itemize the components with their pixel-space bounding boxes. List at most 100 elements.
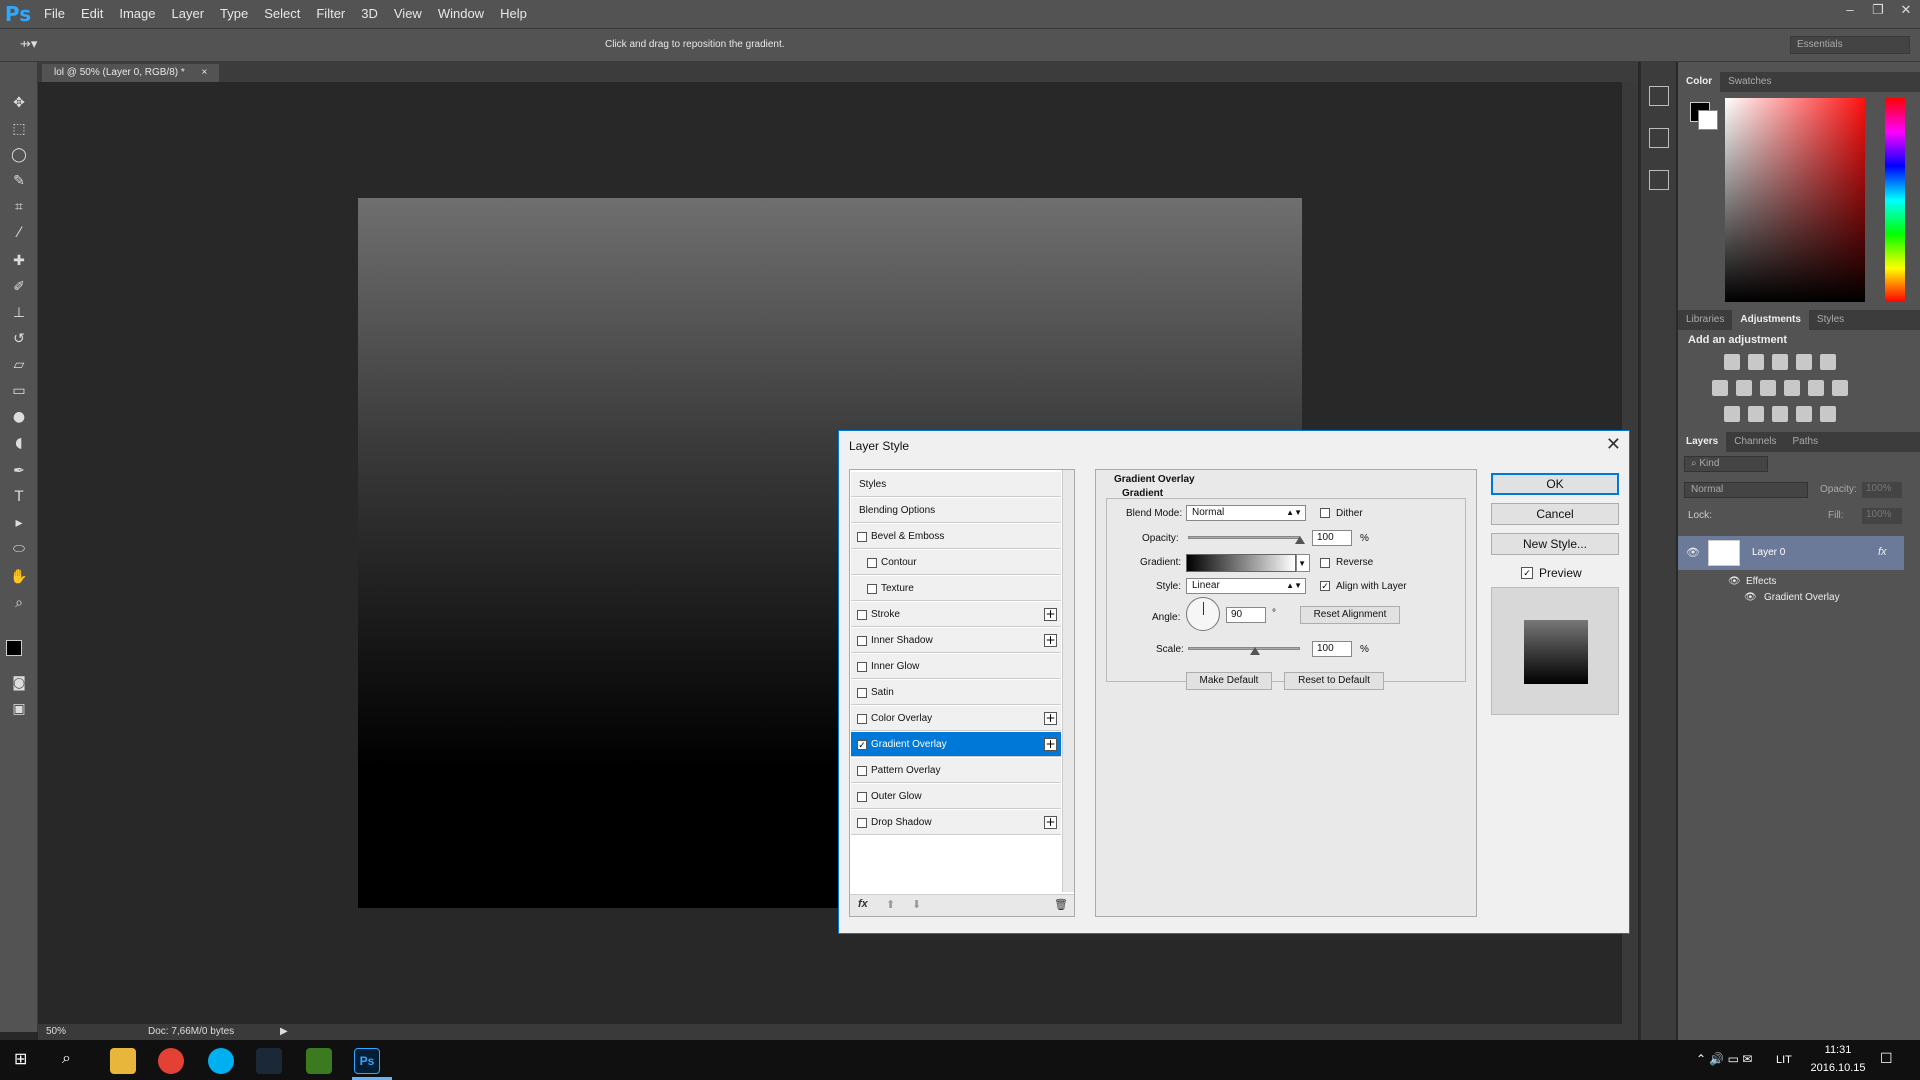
- move-up-icon[interactable]: ⬆: [886, 898, 895, 911]
- move-down-icon[interactable]: ⬇: [912, 898, 921, 911]
- tab-layers[interactable]: Layers: [1678, 432, 1727, 452]
- style-checkbox[interactable]: [857, 636, 867, 646]
- healing-brush-tool-icon[interactable]: ✚: [8, 250, 30, 272]
- quick-select-tool-icon[interactable]: ✎: [8, 170, 30, 192]
- gradient-style-select[interactable]: Linear ▲▼: [1186, 578, 1306, 594]
- vibrance-adjust-icon[interactable]: [1820, 354, 1836, 370]
- tray-icons[interactable]: ⌃ 🔊 ▭ ✉: [1696, 1052, 1752, 1066]
- style-checkbox[interactable]: [857, 792, 867, 802]
- minimize-button[interactable]: –: [1836, 0, 1864, 20]
- menu-help[interactable]: Help: [492, 0, 535, 28]
- photo-filter-adjust-icon[interactable]: [1784, 380, 1800, 396]
- start-button-icon[interactable]: ⊞: [14, 1052, 30, 1068]
- style-item-outer-glow[interactable]: Outer Glow: [851, 784, 1061, 809]
- add-instance-icon[interactable]: +: [1044, 634, 1057, 647]
- menu-type[interactable]: Type: [212, 0, 256, 28]
- file-explorer-icon[interactable]: [110, 1048, 136, 1074]
- tab-color[interactable]: Color: [1678, 72, 1721, 92]
- style-checkbox[interactable]: [857, 688, 867, 698]
- tab-libraries[interactable]: Libraries: [1678, 310, 1732, 330]
- add-instance-icon[interactable]: +: [1044, 816, 1057, 829]
- cancel-button[interactable]: Cancel: [1491, 503, 1619, 525]
- style-item-texture[interactable]: Texture: [851, 576, 1061, 601]
- exposure-adjust-icon[interactable]: [1796, 354, 1812, 370]
- gradient-tool-icon[interactable]: ▭: [8, 380, 30, 402]
- vectorian-app-icon[interactable]: [306, 1048, 332, 1074]
- input-language[interactable]: LIT: [1776, 1054, 1792, 1066]
- photoshop-taskbar-icon[interactable]: Ps: [354, 1048, 380, 1074]
- gradient-map-adjust-icon[interactable]: [1820, 406, 1836, 422]
- color-background-swatch[interactable]: [1698, 110, 1718, 130]
- notifications-icon[interactable]: ☐: [1880, 1050, 1893, 1067]
- dither-checkbox[interactable]: [1320, 508, 1330, 518]
- style-item-styles[interactable]: Styles: [851, 472, 1061, 497]
- clock-time[interactable]: 11:31: [1808, 1044, 1868, 1056]
- move-tool-icon[interactable]: ✥: [8, 92, 30, 114]
- style-item-stroke[interactable]: Stroke +: [851, 602, 1061, 627]
- layer-opacity-input[interactable]: 100%: [1862, 482, 1902, 498]
- foreground-color-swatch[interactable]: [6, 640, 22, 656]
- document-tab[interactable]: lol @ 50% (Layer 0, RGB/8) * ×: [42, 64, 220, 82]
- opacity-input[interactable]: 100: [1312, 530, 1352, 546]
- layer-blend-mode-select[interactable]: Normal: [1684, 482, 1808, 498]
- style-item-satin[interactable]: Satin: [851, 680, 1061, 705]
- marquee-tool-icon[interactable]: ⬚: [8, 118, 30, 140]
- menu-file[interactable]: File: [36, 0, 73, 28]
- layer-row[interactable]: 👁 Layer 0 fx: [1678, 536, 1904, 570]
- workspace-select[interactable]: Essentials: [1790, 36, 1910, 54]
- chrome-icon[interactable]: [158, 1048, 184, 1074]
- effect-eye-icon[interactable]: 👁: [1744, 592, 1757, 603]
- tab-channels[interactable]: Channels: [1726, 432, 1784, 452]
- status-menu-arrow-icon[interactable]: ▶: [280, 1026, 288, 1037]
- screen-mode-icon[interactable]: ▣: [8, 698, 30, 720]
- levels-adjust-icon[interactable]: [1748, 354, 1764, 370]
- new-style-button[interactable]: New Style...: [1491, 533, 1619, 555]
- tab-paths[interactable]: Paths: [1785, 432, 1827, 452]
- hue-slider[interactable]: [1885, 98, 1905, 302]
- eyedropper-tool-icon[interactable]: ⁄: [8, 222, 30, 244]
- threshold-adjust-icon[interactable]: [1772, 406, 1788, 422]
- dodge-tool-icon[interactable]: ◖: [8, 432, 30, 454]
- style-item-inner-shadow[interactable]: Inner Shadow +: [851, 628, 1061, 653]
- color-picker-field[interactable]: [1725, 98, 1865, 302]
- crop-tool-icon[interactable]: ⌗: [8, 196, 30, 218]
- tab-swatches[interactable]: Swatches: [1720, 72, 1779, 92]
- reset-to-default-button[interactable]: Reset to Default: [1284, 672, 1384, 690]
- style-item-drop-shadow[interactable]: Drop Shadow +: [851, 810, 1061, 835]
- lasso-tool-icon[interactable]: ◯: [8, 144, 30, 166]
- path-selection-tool-icon[interactable]: ▸: [8, 512, 30, 534]
- eraser-tool-icon[interactable]: ▱: [8, 354, 30, 376]
- menu-edit[interactable]: Edit: [73, 0, 111, 28]
- zoom-level[interactable]: 50%: [46, 1026, 66, 1037]
- layer-filter-select[interactable]: ⌕ Kind: [1684, 456, 1768, 472]
- effects-eye-icon[interactable]: 👁: [1728, 576, 1741, 587]
- close-document-icon[interactable]: ×: [202, 67, 208, 78]
- style-item-bevel-emboss[interactable]: Bevel & Emboss: [851, 524, 1061, 549]
- blend-mode-select[interactable]: Normal ▲▼: [1186, 505, 1306, 521]
- color-balance-adjust-icon[interactable]: [1736, 380, 1752, 396]
- pen-tool-icon[interactable]: ✒: [8, 460, 30, 482]
- search-icon[interactable]: ⌕: [62, 1050, 71, 1068]
- angle-input[interactable]: 90: [1226, 607, 1266, 623]
- style-checkbox[interactable]: [867, 558, 877, 568]
- properties-panel-icon[interactable]: [1649, 128, 1669, 148]
- hand-tool-icon[interactable]: ✋: [8, 566, 30, 588]
- delete-effect-icon[interactable]: 🗑: [1054, 898, 1068, 911]
- channel-mixer-adjust-icon[interactable]: [1808, 380, 1824, 396]
- style-checkbox[interactable]: [867, 584, 877, 594]
- opacity-slider-thumb[interactable]: [1295, 536, 1305, 544]
- align-with-layer-checkbox[interactable]: ✓: [1320, 581, 1330, 591]
- ok-button[interactable]: OK: [1491, 473, 1619, 495]
- menu-select[interactable]: Select: [256, 0, 308, 28]
- gradient-swatch[interactable]: [1186, 554, 1296, 572]
- style-checkbox[interactable]: [857, 532, 867, 542]
- scale-slider-track[interactable]: [1188, 647, 1300, 650]
- curves-adjust-icon[interactable]: [1772, 354, 1788, 370]
- zoom-tool-icon[interactable]: ⌕: [8, 592, 30, 614]
- close-window-button[interactable]: ✕: [1892, 0, 1920, 20]
- effects-label[interactable]: Effects: [1746, 576, 1776, 587]
- brightness-adjust-icon[interactable]: [1724, 354, 1740, 370]
- move-tool-preset-icon[interactable]: ⇸▾: [20, 37, 37, 52]
- menu-filter[interactable]: Filter: [308, 0, 353, 28]
- scale-slider-thumb[interactable]: [1250, 647, 1261, 655]
